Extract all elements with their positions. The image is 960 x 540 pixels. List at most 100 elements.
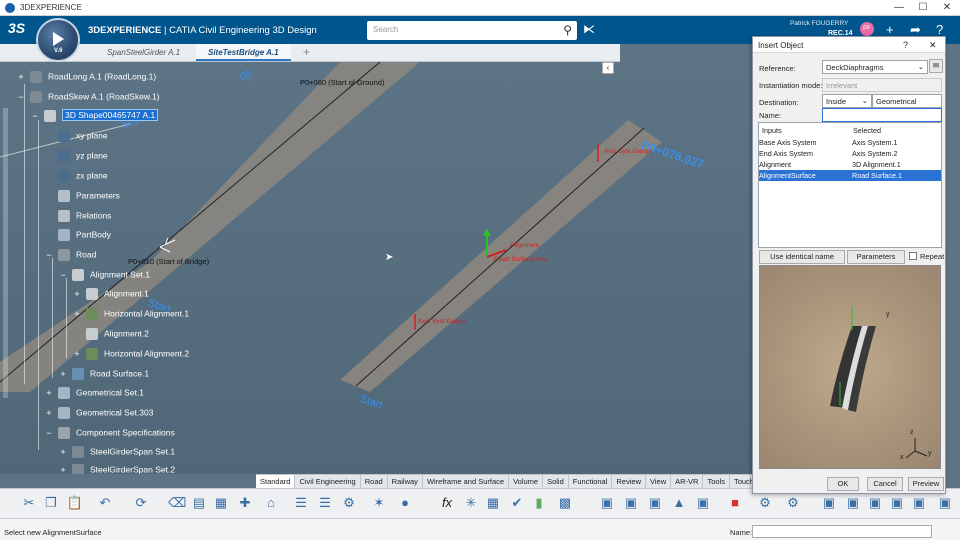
- list-icon[interactable]: ☰: [292, 494, 310, 512]
- close-window-button[interactable]: ✕: [936, 1, 958, 15]
- tree-node-geometrical-set-1[interactable]: Geometrical Set.1: [58, 387, 144, 399]
- render-icon[interactable]: ⚙: [784, 494, 802, 512]
- tree-node-horizontal-alignment-2[interactable]: Horizontal Alignment.2: [86, 348, 189, 360]
- cut-icon[interactable]: ✂: [20, 494, 38, 512]
- table-row[interactable]: End Axis System Axis System.2: [759, 148, 941, 159]
- dialog-help-icon[interactable]: ?: [903, 40, 908, 50]
- search-icon[interactable]: ⚲: [563, 23, 572, 37]
- instantiate-icon[interactable]: ▣: [646, 494, 664, 512]
- cube-3-icon[interactable]: ▣: [888, 494, 906, 512]
- table-row-selected[interactable]: AlignmentSurface Road Surface.1: [759, 170, 941, 181]
- paste-icon[interactable]: 📋: [66, 494, 84, 512]
- delete-icon[interactable]: ⌫: [168, 494, 186, 512]
- add-icon[interactable]: +: [886, 22, 894, 37]
- collapse-icon[interactable]: −: [17, 93, 25, 102]
- cube-icon[interactable]: ▣: [844, 494, 862, 512]
- search-input[interactable]: Search: [373, 25, 398, 34]
- tree-node-roadskew[interactable]: RoadSkew A.1 (RoadSkew.1): [30, 91, 160, 103]
- view-icon[interactable]: ⚙: [756, 494, 774, 512]
- measure-icon[interactable]: ✶: [370, 494, 388, 512]
- expand-icon[interactable]: +: [73, 290, 81, 299]
- table-row[interactable]: Alignment 3D Alignment.1: [759, 159, 941, 170]
- reference-select[interactable]: DeckDiaphragms ⌄: [822, 60, 928, 74]
- name-input[interactable]: [822, 108, 942, 122]
- shapes-icon[interactable]: ▲: [670, 494, 688, 512]
- box-icon[interactable]: ▣: [694, 494, 712, 512]
- catalog-browse-icon[interactable]: ✉: [929, 59, 943, 73]
- tree-node-alignment-2[interactable]: Alignment.2: [86, 328, 149, 340]
- mesh-icon[interactable]: ▣: [820, 494, 838, 512]
- tree-node-component-specs[interactable]: Component Specifications: [58, 427, 175, 439]
- table-icon[interactable]: ▦: [212, 494, 230, 512]
- maximize-button[interactable]: ☐: [912, 1, 934, 15]
- cylinder-icon[interactable]: ▮: [530, 494, 548, 512]
- table-row[interactable]: Base Axis System Axis System.1: [759, 137, 941, 148]
- tree-node-yz-plane[interactable]: yz plane: [58, 150, 108, 162]
- wb-tab-standard[interactable]: Standard: [256, 474, 296, 488]
- expand-icon[interactable]: +: [59, 466, 67, 475]
- ok-button[interactable]: OK: [827, 477, 859, 491]
- 3d-viewport[interactable]: P0+060 (Start of Ground) P0+076.027 P0+0…: [0, 62, 752, 474]
- avatar[interactable]: PF: [860, 22, 874, 36]
- cube-2-icon[interactable]: ▣: [866, 494, 884, 512]
- wb-tab-ar-vr[interactable]: AR-VR: [671, 474, 704, 488]
- formula-icon[interactable]: fx: [438, 494, 456, 512]
- cancel-button[interactable]: Cancel: [867, 477, 903, 491]
- expand-icon[interactable]: +: [45, 409, 53, 418]
- tree-node-alignment-set[interactable]: Alignment Set.1: [72, 269, 150, 281]
- minimize-button[interactable]: —: [888, 1, 910, 15]
- preview-panel[interactable]: y z y x: [759, 265, 941, 469]
- wb-tab-civil[interactable]: Civil Engineering: [295, 474, 361, 488]
- ds-logo-icon[interactable]: 3S: [8, 20, 25, 36]
- sphere-icon[interactable]: ●: [396, 494, 414, 512]
- status-name-input[interactable]: [752, 525, 932, 538]
- tree-node-steelgirderspan-1[interactable]: SteelGirderSpan Set.1: [72, 446, 175, 458]
- parameters-button[interactable]: Parameters: [847, 250, 905, 264]
- tree-node-road-surface[interactable]: Road Surface.1: [72, 368, 149, 380]
- expand-icon[interactable]: +: [73, 350, 81, 359]
- wb-tab-review[interactable]: Review: [612, 474, 646, 488]
- catalog-icon[interactable]: ▣: [598, 494, 616, 512]
- preview-button[interactable]: Preview: [908, 477, 944, 491]
- tree-node-alignment-1[interactable]: Alignment.1: [86, 288, 149, 300]
- insert-icon[interactable]: ✚: [236, 494, 254, 512]
- tree-node-roadlong[interactable]: RoadLong A.1 (RoadLong.1): [30, 71, 156, 83]
- collapse-icon[interactable]: −: [31, 112, 39, 121]
- expand-icon[interactable]: +: [73, 310, 81, 319]
- tree-node-zx-plane[interactable]: zx plane: [58, 170, 108, 182]
- properties-icon[interactable]: ▤: [190, 494, 208, 512]
- cube-5-icon[interactable]: ▣: [936, 494, 954, 512]
- use-identical-name-button[interactable]: Use identical name: [759, 250, 845, 264]
- update-icon[interactable]: ⟳: [132, 494, 150, 512]
- compass-widget[interactable]: V.6: [36, 18, 80, 62]
- wb-tab-tools[interactable]: Tools: [703, 474, 730, 488]
- expand-icon[interactable]: +: [45, 389, 53, 398]
- expand-icon[interactable]: +: [17, 73, 25, 82]
- search-box[interactable]: Search ⚲: [367, 21, 577, 40]
- collapse-icon[interactable]: −: [45, 429, 53, 438]
- wb-tab-volume[interactable]: Volume: [509, 474, 544, 488]
- tree-node-3dshape[interactable]: 3D Shape00465747 A.1: [44, 109, 159, 122]
- tree-node-parameters[interactable]: Parameters: [58, 190, 120, 202]
- tree-icon[interactable]: ☰: [316, 494, 334, 512]
- tab-spansteelgirder[interactable]: SpanSteelGirder A.1: [95, 44, 192, 61]
- collapse-icon[interactable]: −: [45, 251, 53, 260]
- tree-scrollbar[interactable]: [3, 108, 8, 398]
- analysis-icon[interactable]: ▩: [556, 494, 574, 512]
- template-icon[interactable]: ▣: [622, 494, 640, 512]
- settings-icon[interactable]: ⚙: [340, 494, 358, 512]
- expand-icon[interactable]: +: [59, 448, 67, 457]
- knowledge-icon[interactable]: ✳: [462, 494, 480, 512]
- tree-node-steelgirderspan-2[interactable]: SteelGirderSpan Set.2: [72, 464, 175, 474]
- undo-icon[interactable]: ↶: [96, 494, 114, 512]
- grid-icon[interactable]: ▦: [484, 494, 502, 512]
- destination-field[interactable]: Geometrical Set.304: [872, 94, 942, 115]
- tree-node-geometrical-set-303[interactable]: Geometrical Set.303: [58, 407, 153, 419]
- wb-tab-railway[interactable]: Railway: [387, 474, 423, 488]
- wb-tab-road[interactable]: Road: [360, 474, 388, 488]
- copy-icon[interactable]: ❐: [42, 494, 60, 512]
- expand-icon[interactable]: +: [59, 370, 67, 379]
- tree-node-xy-plane[interactable]: xy plane: [58, 130, 108, 142]
- new-tab-icon[interactable]: +: [303, 45, 310, 59]
- cube-4-icon[interactable]: ▣: [910, 494, 928, 512]
